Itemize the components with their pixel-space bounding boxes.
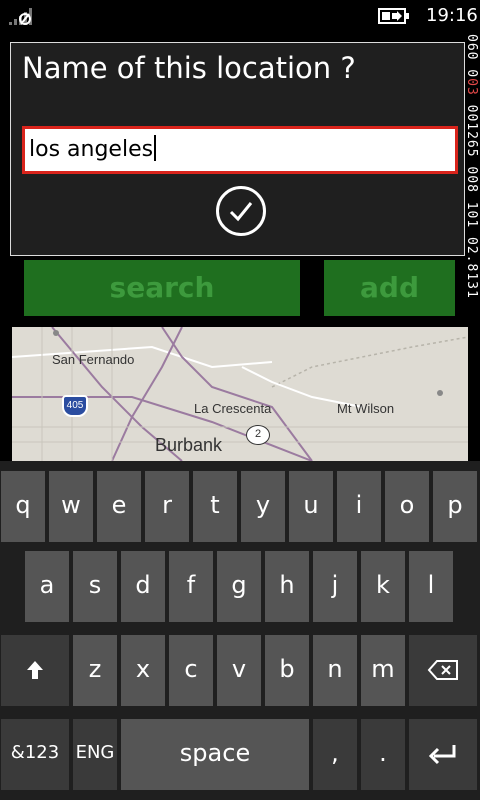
- status-bar: 19:16: [0, 0, 480, 32]
- enter-key[interactable]: [409, 719, 477, 790]
- on-screen-keyboard: q w e r t y u i o p a s d f g h j k l z …: [0, 461, 480, 800]
- input-value: los angeles: [29, 137, 154, 162]
- key-e[interactable]: e: [97, 471, 141, 542]
- comma-key[interactable]: ,: [313, 719, 357, 790]
- highway-shield: 405: [62, 395, 88, 417]
- key-i[interactable]: i: [337, 471, 381, 542]
- map-label: San Fernando: [52, 352, 135, 367]
- symbols-key[interactable]: &123: [1, 719, 69, 790]
- key-o[interactable]: o: [385, 471, 429, 542]
- key-h[interactable]: h: [265, 551, 309, 622]
- add-button[interactable]: add: [324, 260, 455, 316]
- map-view[interactable]: San Fernando La Crescenta Mt Wilson Burb…: [12, 327, 468, 461]
- checkmark-icon: [229, 202, 253, 222]
- key-s[interactable]: s: [73, 551, 117, 622]
- key-r[interactable]: r: [145, 471, 189, 542]
- key-w[interactable]: w: [49, 471, 93, 542]
- location-name-input[interactable]: los angeles: [22, 126, 458, 174]
- space-key[interactable]: space: [121, 719, 309, 790]
- enter-arrow-icon: [428, 745, 456, 765]
- key-a[interactable]: a: [25, 551, 69, 622]
- key-d[interactable]: d: [121, 551, 165, 622]
- key-t[interactable]: t: [193, 471, 237, 542]
- language-key[interactable]: ENG: [73, 719, 117, 790]
- location-name-dialog: Name of this location ? los angeles: [10, 42, 465, 256]
- key-n[interactable]: n: [313, 635, 357, 706]
- confirm-button[interactable]: [216, 186, 266, 236]
- key-z[interactable]: z: [73, 635, 117, 706]
- key-l[interactable]: l: [409, 551, 453, 622]
- backspace-icon: [427, 660, 458, 680]
- key-c[interactable]: c: [169, 635, 213, 706]
- map-label: La Crescenta: [194, 401, 272, 416]
- key-v[interactable]: v: [217, 635, 261, 706]
- map-label: Mt Wilson: [337, 401, 395, 416]
- period-key[interactable]: .: [361, 719, 405, 790]
- key-f[interactable]: f: [169, 551, 213, 622]
- key-m[interactable]: m: [361, 635, 405, 706]
- key-j[interactable]: j: [313, 551, 357, 622]
- map-label: Burbank: [155, 435, 223, 455]
- key-p[interactable]: p: [433, 471, 477, 542]
- key-g[interactable]: g: [217, 551, 261, 622]
- text-caret: [154, 135, 157, 161]
- battery-charging-icon: [378, 8, 409, 24]
- backspace-key[interactable]: [409, 635, 477, 706]
- key-u[interactable]: u: [289, 471, 333, 542]
- key-b[interactable]: b: [265, 635, 309, 706]
- key-y[interactable]: y: [241, 471, 285, 542]
- debug-text: 060 003 001265 008 101 02.8131: [465, 34, 479, 299]
- shift-arrow-icon: [27, 661, 43, 679]
- shift-key[interactable]: [1, 635, 69, 706]
- key-q[interactable]: q: [1, 471, 45, 542]
- clock: 19:16: [426, 5, 478, 26]
- map-roads: [12, 327, 468, 461]
- dialog-title: Name of this location ?: [22, 51, 356, 85]
- key-x[interactable]: x: [121, 635, 165, 706]
- highway-shield: 2: [246, 425, 270, 445]
- signal-off-icon: [9, 8, 32, 25]
- search-button[interactable]: search: [24, 260, 300, 316]
- key-k[interactable]: k: [361, 551, 405, 622]
